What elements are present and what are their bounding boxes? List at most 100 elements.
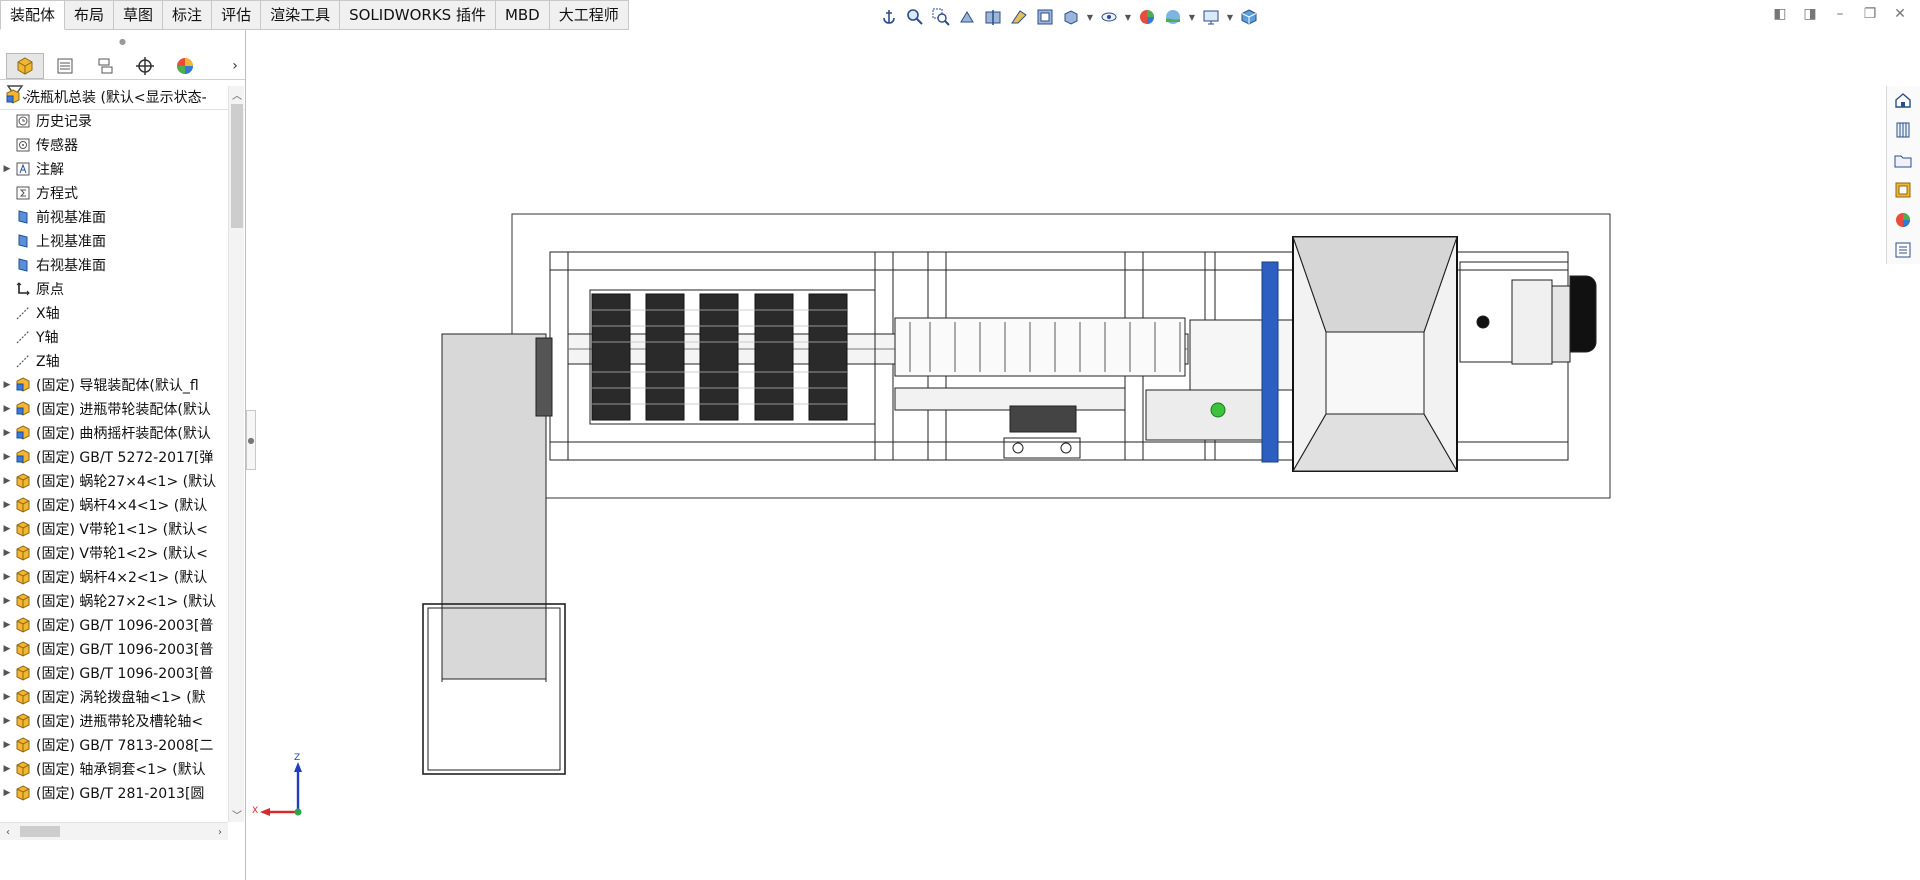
scroll-right-icon[interactable]: ›	[212, 823, 228, 841]
tab-sketch[interactable]: 草图	[114, 0, 164, 30]
scroll-down-icon[interactable]: ﹀	[229, 806, 245, 822]
expand-caret-icon[interactable]: ▶	[0, 164, 14, 174]
tree-item[interactable]: 传感器	[0, 134, 228, 156]
tab-render-tools[interactable]: 渲染工具	[261, 0, 341, 30]
appearances-icon[interactable]	[1887, 206, 1919, 234]
expand-caret-icon[interactable]: ▶	[0, 452, 14, 462]
scroll-left-icon[interactable]: ‹	[0, 823, 16, 841]
tree-root-assembly[interactable]: 洗瓶机总装 (默认<显示状态-	[0, 86, 228, 108]
tab-markup[interactable]: 标注	[163, 0, 213, 30]
expand-caret-icon[interactable]: ▶	[0, 524, 14, 534]
zoom-to-area-icon[interactable]	[930, 6, 952, 28]
property-manager-tab[interactable]	[46, 53, 84, 79]
design-library-icon[interactable]	[1887, 116, 1919, 144]
tree-item[interactable]: ▶ (固定) 蜗轮27×4<1> (默认	[0, 470, 228, 492]
tab-solidworks-addins[interactable]: SOLIDWORKS 插件	[340, 0, 496, 30]
expand-caret-icon[interactable]: ▶	[0, 548, 14, 558]
apply-scene-icon[interactable]	[1162, 6, 1184, 28]
tree-item[interactable]: 历史记录	[0, 110, 228, 132]
expand-caret-icon[interactable]: ▶	[0, 380, 14, 390]
dimxpert-manager-tab[interactable]	[126, 53, 164, 79]
tree-item[interactable]: ▶ (固定) 轴承铜套<1> (默认	[0, 758, 228, 780]
graphics-viewport[interactable]	[248, 30, 1884, 880]
expand-caret-icon[interactable]: ▶	[0, 788, 14, 798]
minimize-icon[interactable]: –	[1830, 4, 1850, 24]
tree-item[interactable]: ▶ (固定) 蜗杆4×2<1> (默认	[0, 566, 228, 588]
scroll-up-icon[interactable]: ︿	[229, 86, 245, 102]
tab-layout[interactable]: 布局	[65, 0, 115, 30]
file-explorer-icon[interactable]	[1887, 146, 1919, 174]
tree-item[interactable]: ▶ (固定) 涡轮拨盘轴<1> (默	[0, 686, 228, 708]
realview-cube-icon[interactable]	[1238, 6, 1260, 28]
tree-item[interactable]: ▶ (固定) 导辊装配体(默认_fl	[0, 374, 228, 396]
tree-item[interactable]: ▶ (固定) GB/T 1096-2003[普	[0, 614, 228, 636]
tree-item[interactable]: ▶ (固定) 进瓶带轮装配体(默认	[0, 398, 228, 420]
close-icon[interactable]: ✕	[1890, 4, 1910, 24]
tree-item[interactable]: ▶ (固定) 进瓶带轮及槽轮轴<	[0, 710, 228, 732]
expand-caret-icon[interactable]: ▶	[0, 692, 14, 702]
view-orientation-icon[interactable]	[1034, 6, 1056, 28]
expand-caret-icon[interactable]: ▶	[0, 404, 14, 414]
expand-caret-icon[interactable]: ▶	[0, 668, 14, 678]
tab-assembly[interactable]: 装配体	[0, 0, 66, 30]
expand-caret-icon[interactable]: ▶	[0, 572, 14, 582]
tree-item[interactable]: ▶ (固定) 蜗杆4×4<1> (默认	[0, 494, 228, 516]
display-manager-tab[interactable]	[166, 53, 204, 79]
scene-dropdown[interactable]: ▼	[1188, 6, 1196, 28]
view-setting-icon[interactable]	[1200, 6, 1222, 28]
hide-show-items-icon[interactable]	[1098, 6, 1120, 28]
tree-item[interactable]: 原点	[0, 278, 228, 300]
tree-vertical-scrollbar[interactable]: ︿ ﹀	[228, 86, 244, 822]
view-setting-dropdown[interactable]: ▼	[1226, 6, 1234, 28]
tree-item[interactable]: 前视基准面	[0, 206, 228, 228]
tree-item[interactable]: ▶ (固定) GB/T 5272-2017[弹	[0, 446, 228, 468]
solidworks-resources-home-icon[interactable]	[1887, 86, 1919, 114]
tree-horizontal-scrollbar[interactable]: ‹ ›	[0, 822, 228, 840]
tree-item[interactable]: ▶ (固定) 曲柄摇杆装配体(默认	[0, 422, 228, 444]
expand-caret-icon[interactable]: ▶	[0, 428, 14, 438]
tree-item[interactable]: X轴	[0, 302, 228, 324]
restore-icon[interactable]: ❐	[1860, 4, 1880, 24]
tile-right-icon[interactable]: ◨	[1800, 4, 1820, 24]
tree-item[interactable]: ▶ (固定) V带轮1<2> (默认<	[0, 542, 228, 564]
zoom-to-fit-icon[interactable]	[904, 6, 926, 28]
expand-caret-icon[interactable]: ▶	[0, 764, 14, 774]
hide-show-dropdown[interactable]: ▼	[1124, 6, 1132, 28]
view-palette-icon[interactable]	[1887, 176, 1919, 204]
section-view-icon[interactable]	[982, 6, 1004, 28]
tree-item[interactable]: ▶ (固定) 蜗轮27×2<1> (默认	[0, 590, 228, 612]
expand-caret-icon[interactable]: ▶	[0, 644, 14, 654]
expand-caret-icon[interactable]: ▶	[0, 716, 14, 726]
expand-caret-icon[interactable]: ▶	[0, 476, 14, 486]
previous-view-icon[interactable]	[956, 6, 978, 28]
tree-item[interactable]: Y轴	[0, 326, 228, 348]
tab-mbd[interactable]: MBD	[495, 0, 550, 30]
tab-big-engineer[interactable]: 大工程师	[549, 0, 629, 30]
feature-manager-tab[interactable]	[6, 52, 44, 79]
display-style-icon[interactable]	[1060, 6, 1082, 28]
tree-item[interactable]: ▶ (固定) V带轮1<1> (默认<	[0, 518, 228, 540]
washing-machine-assembly-model[interactable]	[422, 213, 1611, 775]
tree-item[interactable]: ▶(固定) 曲柄蜗轮轴<1> (默	[0, 806, 228, 808]
scroll-thumb[interactable]	[231, 104, 243, 228]
tree-item[interactable]: 方程式	[0, 182, 228, 204]
tree-item[interactable]: ▶ (固定) GB/T 1096-2003[普	[0, 638, 228, 660]
more-tabs-chevron-icon[interactable]: ›	[225, 53, 245, 79]
tree-item[interactable]: ▶ (固定) GB/T 7813-2008[二	[0, 734, 228, 756]
expand-caret-icon[interactable]: ▶	[0, 620, 14, 630]
hscroll-thumb[interactable]	[20, 826, 60, 837]
panel-grip-icon[interactable]: ●	[0, 30, 245, 52]
tree-item[interactable]: 右视基准面	[0, 254, 228, 276]
display-style-dropdown[interactable]: ▼	[1086, 6, 1094, 28]
tree-item[interactable]: ▶ (固定) GB/T 1096-2003[普	[0, 662, 228, 684]
expand-caret-icon[interactable]: ▶	[0, 596, 14, 606]
tree-item[interactable]: ▶ (固定) GB/T 281-2013[圆	[0, 782, 228, 804]
configuration-manager-tab[interactable]	[86, 53, 124, 79]
anchor-icon[interactable]	[878, 6, 900, 28]
tab-evaluate[interactable]: 评估	[212, 0, 262, 30]
tree-item[interactable]: Z轴	[0, 350, 228, 372]
dynamic-annotation-icon[interactable]	[1008, 6, 1030, 28]
tree-item[interactable]: 上视基准面	[0, 230, 228, 252]
tree-item[interactable]: ▶ 注解	[0, 158, 228, 180]
tile-left-icon[interactable]: ◧	[1770, 4, 1790, 24]
